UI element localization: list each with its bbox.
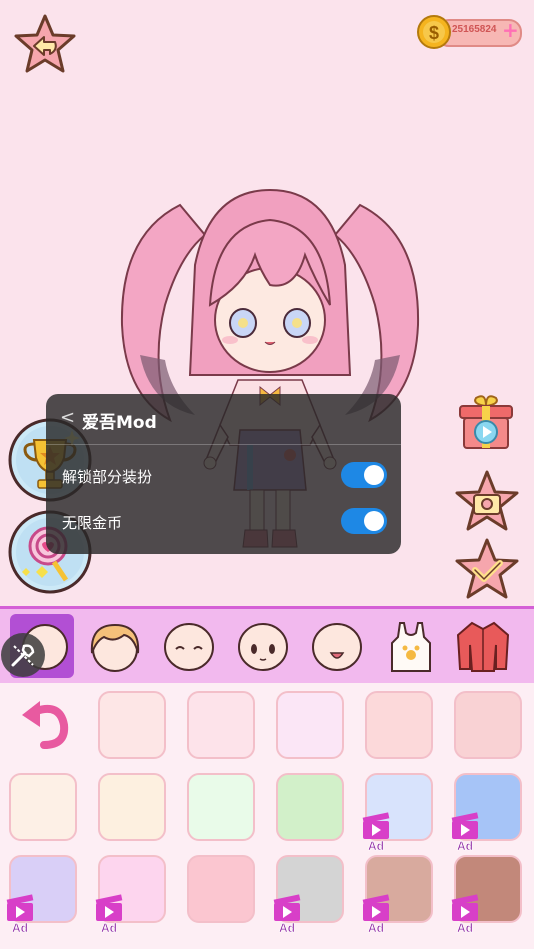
- ad-label: Ad: [12, 921, 28, 933]
- toggle-knob: [364, 465, 384, 485]
- mod-option-label: 无限金币: [62, 514, 123, 532]
- mod-back-button[interactable]: <: [60, 407, 75, 428]
- category-jacket[interactable]: [452, 615, 514, 677]
- eyes-face-icon: [238, 623, 288, 671]
- closed-eyes-face-icon: [164, 623, 214, 671]
- unlock-outfits-toggle[interactable]: [341, 462, 387, 488]
- mod-option-unlock-outfits: 解锁部分装扮: [62, 458, 387, 494]
- category-face-expression[interactable]: [232, 615, 294, 677]
- color-swatch[interactable]: [187, 855, 255, 923]
- video-ad-icon: Ad: [95, 894, 123, 933]
- color-swatch[interactable]: [454, 691, 522, 759]
- mod-tools-button[interactable]: [0, 632, 46, 678]
- color-swatch[interactable]: [98, 773, 166, 841]
- coin-value: 25165824: [452, 24, 497, 35]
- ad-label: Ad: [368, 839, 384, 851]
- color-swatch[interactable]: [276, 691, 344, 759]
- ad-label: Ad: [457, 921, 473, 933]
- video-ad-icon: Ad: [451, 812, 479, 851]
- color-swatch[interactable]: [276, 773, 344, 841]
- color-swatch[interactable]: [98, 691, 166, 759]
- back-button[interactable]: [12, 12, 78, 78]
- category-top[interactable]: [380, 615, 442, 677]
- dollar-coin-icon: $: [417, 15, 451, 49]
- add-coins-button[interactable]: +: [502, 20, 519, 40]
- undo-arrow-icon: [22, 701, 69, 749]
- category-eyes[interactable]: [158, 615, 220, 677]
- ad-label: Ad: [368, 921, 384, 933]
- ad-label: Ad: [279, 921, 295, 933]
- back-star-icon: [14, 14, 76, 73]
- video-ad-icon: Ad: [451, 894, 479, 933]
- coin-counter: 25165824 + $: [416, 14, 522, 50]
- ad-label: Ad: [457, 839, 473, 851]
- video-ad-icon: Ad: [362, 812, 390, 851]
- svg-text:$: $: [429, 23, 439, 43]
- toggle-knob: [364, 511, 384, 531]
- check-icon: [455, 538, 519, 599]
- confirm-button[interactable]: [452, 536, 522, 604]
- mod-menu-title: 爱吾Mod: [82, 413, 157, 433]
- mod-option-label: 解锁部分装扮: [62, 468, 153, 486]
- video-ad-icon: Ad: [6, 894, 34, 933]
- unlimited-coins-toggle[interactable]: [341, 508, 387, 534]
- mod-menu-header: < 爱吾Mod: [46, 394, 401, 445]
- video-ad-icon: Ad: [362, 894, 390, 933]
- video-ad-icon: Ad: [273, 894, 301, 933]
- mouth-face-icon: [312, 623, 362, 671]
- hairstyle-icon: [90, 623, 140, 672]
- color-swatch[interactable]: [365, 691, 433, 759]
- category-hairstyle[interactable]: [84, 615, 146, 677]
- category-mouth[interactable]: [306, 615, 368, 677]
- gift-video-button[interactable]: [454, 390, 518, 454]
- tank-top-icon: [391, 622, 431, 672]
- tools-icon: [1, 633, 45, 677]
- mod-menu-panel: < 爱吾Mod 解锁部分装扮 无限金币: [46, 394, 401, 554]
- color-swatch[interactable]: [187, 691, 255, 759]
- camera-button[interactable]: [452, 468, 522, 536]
- color-swatch-grid: Ad Ad Ad Ad Ad Ad Ad: [0, 683, 534, 949]
- jacket-icon: [456, 621, 510, 672]
- color-swatch[interactable]: [187, 773, 255, 841]
- category-bar: [0, 606, 534, 686]
- gift-box-icon: [459, 395, 513, 449]
- color-swatch[interactable]: [9, 773, 77, 841]
- reset-button[interactable]: [16, 697, 72, 753]
- camera-icon: [455, 470, 519, 531]
- ad-label: Ad: [101, 921, 117, 933]
- mod-option-unlimited-coins: 无限金币: [62, 504, 387, 540]
